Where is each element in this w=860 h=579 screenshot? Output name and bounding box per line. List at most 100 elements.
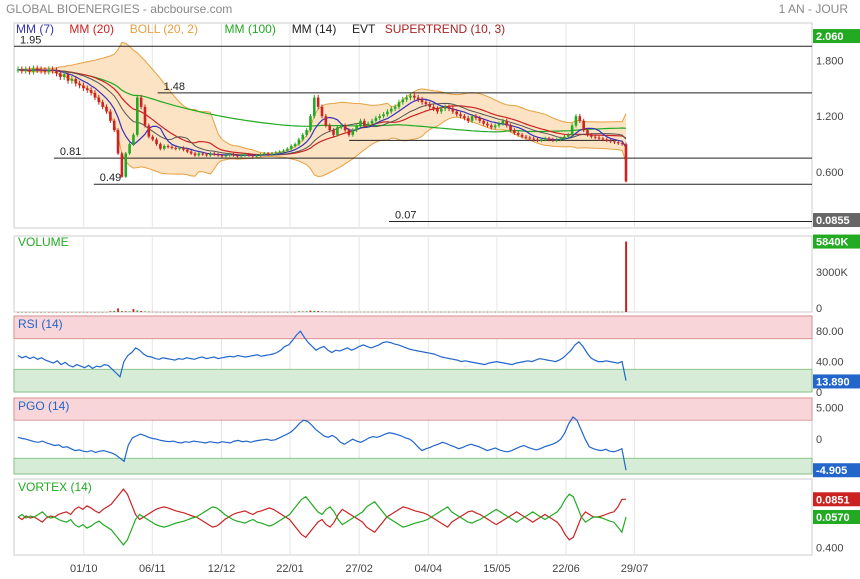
price-ytick-1: 1.200: [816, 111, 844, 123]
price-badge-1: 0.0855: [816, 215, 850, 227]
candle-body: [451, 108, 455, 112]
volume-bar: [525, 311, 527, 313]
candle-body: [447, 106, 451, 109]
volume-bar: [251, 311, 254, 313]
candle-body: [566, 134, 570, 137]
candle-body: [416, 97, 420, 100]
candle-body: [89, 90, 93, 93]
candle-body: [578, 116, 582, 121]
candle-body: [116, 130, 120, 154]
candle-body: [386, 111, 389, 115]
volume-bar: [605, 311, 608, 313]
candle-body: [366, 123, 370, 126]
candle-body: [313, 97, 316, 117]
volume-bar: [197, 311, 200, 313]
volume-bar: [298, 311, 300, 312]
volume-bar: [451, 311, 454, 313]
candle-body: [109, 111, 112, 121]
candle-body: [320, 106, 324, 117]
volume-bar: [467, 311, 470, 313]
candle-body: [182, 147, 185, 150]
candle-body: [132, 134, 135, 145]
candle-body: [66, 74, 70, 81]
volume-bar: [186, 311, 189, 313]
candle-body: [239, 155, 243, 157]
volume-bar: [417, 311, 420, 313]
volume-panel: [13, 235, 813, 313]
volume-bar: [240, 311, 243, 313]
candle-body: [563, 136, 566, 139]
volume-bar: [113, 310, 116, 312]
candle-body: [197, 153, 201, 156]
volume-bar: [436, 311, 439, 313]
candle-body: [620, 143, 624, 145]
volume-bar: [432, 311, 435, 313]
volume-bar: [174, 311, 177, 313]
candle-body: [470, 116, 474, 121]
candle-body: [574, 116, 578, 126]
level-label-1: 1.48: [164, 81, 185, 93]
volume-bar: [263, 311, 266, 313]
volume-bar: [594, 311, 597, 313]
candle-body: [297, 139, 301, 145]
candle-body: [178, 147, 181, 149]
volume-bar: [371, 311, 373, 313]
volume-bar: [405, 311, 408, 313]
candle-body: [590, 134, 593, 137]
legend-item-1: MM (20): [69, 22, 114, 36]
candle-body: [43, 70, 47, 72]
price-ytick-0: 0.600: [816, 167, 844, 179]
volume-bar: [598, 311, 600, 313]
volume-bar: [282, 311, 285, 313]
volume-bar: [578, 311, 581, 313]
volume-bar: [44, 311, 46, 313]
volume-bar: [144, 311, 146, 312]
candle-body: [543, 138, 547, 140]
level-label-5: 0.07: [395, 209, 416, 221]
candle-body: [355, 125, 358, 131]
candle-body: [251, 155, 255, 157]
rsi-ytick-1: 40.00: [816, 357, 844, 369]
candle-body: [220, 155, 224, 157]
volume-bar: [309, 310, 312, 312]
candle-body: [393, 106, 397, 109]
candle-body: [347, 130, 351, 135]
volume-title: VOLUME: [18, 235, 69, 249]
volume-bar: [24, 311, 27, 313]
volume-bar: [128, 311, 131, 312]
volume-bar: [109, 311, 112, 312]
pgo-ytick-1: 5.000: [816, 403, 844, 415]
volume-bar: [582, 311, 585, 313]
volume-bar: [394, 311, 397, 313]
volume-bar: [317, 311, 320, 312]
volume-bar: [321, 311, 323, 312]
level-label-4: 0.49: [100, 172, 121, 184]
volume-bar: [32, 311, 35, 313]
x-tick-22-01: 22/01: [276, 563, 304, 575]
x-tick-29-07: 29/07: [621, 563, 649, 575]
rsi-overbought-zone: [13, 315, 813, 340]
volume-ytick-0: 0: [816, 303, 822, 315]
candle-body: [247, 154, 251, 156]
volume-bar: [278, 311, 281, 313]
candle-body: [62, 74, 66, 78]
candle-body: [405, 97, 408, 100]
candle-body: [170, 146, 174, 148]
candle-body: [155, 139, 158, 145]
candle-body: [159, 144, 162, 149]
volume-bar: [509, 311, 512, 313]
candle-body: [186, 149, 189, 152]
volume-bar: [313, 310, 316, 312]
candle-body: [274, 152, 278, 154]
candle-body: [436, 108, 439, 112]
candle-body: [332, 130, 335, 135]
candle-body: [524, 136, 528, 138]
candle-body: [47, 69, 51, 72]
candle-body: [59, 73, 62, 78]
candle-body: [120, 153, 124, 177]
candle-body: [520, 134, 524, 137]
candle-body: [463, 116, 466, 119]
volume-bar: [178, 311, 181, 313]
volume-bar: [36, 311, 39, 313]
volume-bar: [59, 311, 62, 313]
